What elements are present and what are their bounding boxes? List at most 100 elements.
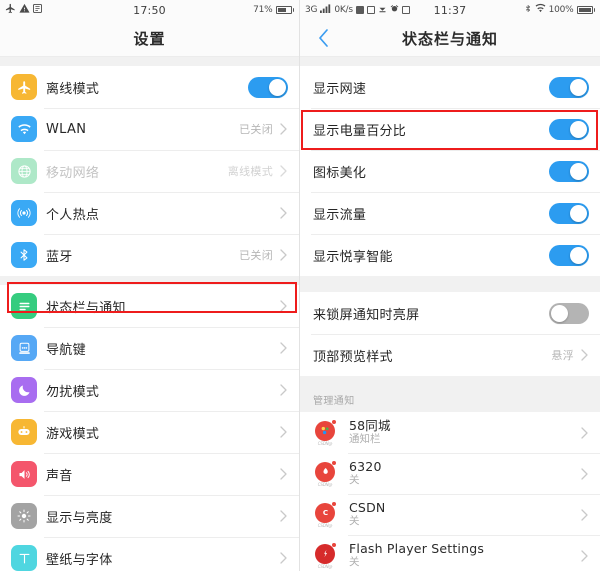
display-options-group: 显示网速 显示电量百分比 图标美化 显示流量 显示悦享智能: [300, 66, 600, 276]
airplane-mode-toggle[interactable]: [248, 76, 288, 98]
wake-screen-toggle[interactable]: [549, 302, 589, 324]
list-item[interactable]: CSDN@ 58同城 通知栏: [300, 412, 600, 453]
sidebar-item-bluetooth[interactable]: 蓝牙 已关闭: [0, 234, 299, 276]
row-label: 图标美化: [313, 165, 367, 181]
navkey-icon: [11, 335, 37, 361]
bluetooth-icon: [11, 242, 37, 268]
sidebar-item-do-not-disturb[interactable]: 勿扰模式: [0, 369, 299, 411]
app-name: 58同城: [349, 417, 391, 433]
sidebar-item-mobile-network[interactable]: 移动网络 离线模式: [0, 150, 299, 192]
show-data-usage-toggle[interactable]: [549, 202, 589, 224]
chevron-right-icon: [580, 467, 589, 481]
chevron-right-icon: [279, 341, 288, 355]
sidebar-item-display-brightness[interactable]: 显示与亮度: [0, 495, 299, 537]
sidebar-item-label: 移动网络: [46, 165, 100, 181]
sidebar-item-label: 声音: [46, 468, 73, 484]
app-icon-58tongcheng: CSDN@: [311, 419, 339, 447]
manage-notifications-header: 管理通知: [300, 388, 600, 412]
row-label: 显示悦享智能: [313, 249, 393, 265]
chevron-right-icon: [279, 248, 288, 262]
dual-screenshot-container: 17:50 71% 设置 离线模式 WLAN 已关闭 移动网络 离线模式 个人热…: [0, 0, 600, 571]
font-icon: [11, 545, 37, 571]
sidebar-item-wlan[interactable]: WLAN 已关闭: [0, 108, 299, 150]
show-battery-percentage-toggle[interactable]: [549, 118, 589, 140]
sidebar-item-hotspot[interactable]: 个人热点: [0, 192, 299, 234]
right-status-bar: 3G 0K/s 11:37 100%: [300, 0, 600, 20]
sidebar-item-game-mode[interactable]: 游戏模式: [0, 411, 299, 453]
app-name: 6320: [349, 458, 382, 474]
bluetooth-status-value: 已关闭: [239, 249, 273, 262]
row-label: 显示电量百分比: [313, 123, 407, 139]
sidebar-item-navigation-keys[interactable]: 导航键: [0, 327, 299, 369]
list-item[interactable]: CSDN@ 6320 关: [300, 453, 600, 494]
chevron-right-icon: [279, 122, 288, 136]
sidebar-item-label: 勿扰模式: [46, 384, 100, 400]
sidebar-item-airplane-mode[interactable]: 离线模式: [0, 66, 299, 108]
list-item[interactable]: CSDN@ Flash Player Settings 关: [300, 535, 600, 571]
right-clock: 11:37: [433, 3, 467, 17]
left-top-gap: [0, 57, 299, 66]
sidebar-item-statusbar-notifications[interactable]: 状态栏与通知: [0, 285, 299, 327]
row-wake-screen-on-lockscreen-notification[interactable]: 来锁屏通知时亮屏: [300, 292, 600, 334]
chevron-right-icon: [279, 551, 288, 565]
globe-icon: [11, 158, 37, 184]
icon-beautify-toggle[interactable]: [549, 160, 589, 182]
chevron-right-icon: [279, 509, 288, 523]
sidebar-item-label: 游戏模式: [46, 426, 100, 442]
row-show-network-speed[interactable]: 显示网速: [300, 66, 600, 108]
row-show-battery-percentage[interactable]: 显示电量百分比: [300, 108, 600, 150]
sidebar-item-label: 显示与亮度: [46, 510, 113, 526]
chevron-right-icon: [279, 299, 288, 313]
chevron-right-icon: [580, 549, 589, 563]
app-status: 通知栏: [349, 433, 381, 446]
row-show-data-usage[interactable]: 显示流量: [300, 192, 600, 234]
sidebar-item-label: WLAN: [46, 121, 87, 137]
airplane-icon: [11, 74, 37, 100]
app-name: Flash Player Settings: [349, 540, 485, 556]
show-yuexiang-smart-toggle[interactable]: [549, 244, 589, 266]
sidebar-item-label: 离线模式: [46, 81, 100, 97]
row-show-yuexiang-smart[interactable]: 显示悦享智能: [300, 234, 600, 276]
hotspot-icon: [11, 200, 37, 226]
app-icon-csdn: C CSDN@: [311, 501, 339, 529]
app-status: 关: [349, 474, 360, 487]
lockscreen-options-group: 来锁屏通知时亮屏 顶部预览样式 悬浮: [300, 292, 600, 376]
page-title: 状态栏与通知: [401, 29, 498, 48]
page-title: 设置: [133, 29, 166, 48]
app-name: CSDN: [349, 499, 386, 515]
row-label: 顶部预览样式: [313, 349, 393, 365]
show-network-speed-toggle[interactable]: [549, 76, 589, 98]
mobile-network-status-value: 离线模式: [227, 165, 273, 178]
row-top-preview-style[interactable]: 顶部预览样式 悬浮: [300, 334, 600, 376]
chevron-right-icon: [580, 348, 589, 362]
speaker-icon: [11, 461, 37, 487]
settings-panel: 17:50 71% 设置 离线模式 WLAN 已关闭 移动网络 离线模式 个人热…: [0, 0, 300, 571]
row-icon-beautify[interactable]: 图标美化: [300, 150, 600, 192]
chevron-right-icon: [580, 508, 589, 522]
app-icon-flash-player-settings: CSDN@: [311, 542, 339, 570]
svg-text:C: C: [322, 508, 327, 517]
sidebar-item-label: 蓝牙: [46, 249, 73, 265]
section-gap: [300, 376, 600, 388]
chevron-right-icon: [279, 467, 288, 481]
right-top-gap: [300, 57, 600, 66]
left-status-bar: 17:50 71%: [0, 0, 299, 20]
statusbar-icon: [11, 293, 37, 319]
left-clock: 17:50: [133, 3, 166, 17]
sidebar-item-label: 导航键: [46, 342, 86, 358]
brightness-icon: [11, 503, 37, 529]
sidebar-item-label: 个人热点: [46, 207, 100, 223]
row-label: 显示流量: [313, 207, 367, 223]
chevron-right-icon: [580, 426, 589, 440]
back-button[interactable]: [312, 27, 334, 49]
settings-title-bar: 设置: [0, 20, 299, 57]
app-notification-list: CSDN@ 58同城 通知栏 CSDN@ 6320 关 C CSDN@ CSDN…: [300, 412, 600, 571]
left-mid-gap: [0, 276, 299, 285]
sidebar-item-sound[interactable]: 声音: [0, 453, 299, 495]
statusbar-notification-panel: 3G 0K/s 11:37 100% 状态栏与通知 显示网速 显示电量百分比 图…: [300, 0, 600, 571]
sidebar-item-label: 壁纸与字体: [46, 552, 113, 568]
sidebar-item-wallpaper-font[interactable]: 壁纸与字体: [0, 537, 299, 571]
chevron-right-icon: [279, 164, 288, 178]
top-preview-style-value: 悬浮: [551, 349, 574, 362]
list-item[interactable]: C CSDN@ CSDN 关: [300, 494, 600, 535]
